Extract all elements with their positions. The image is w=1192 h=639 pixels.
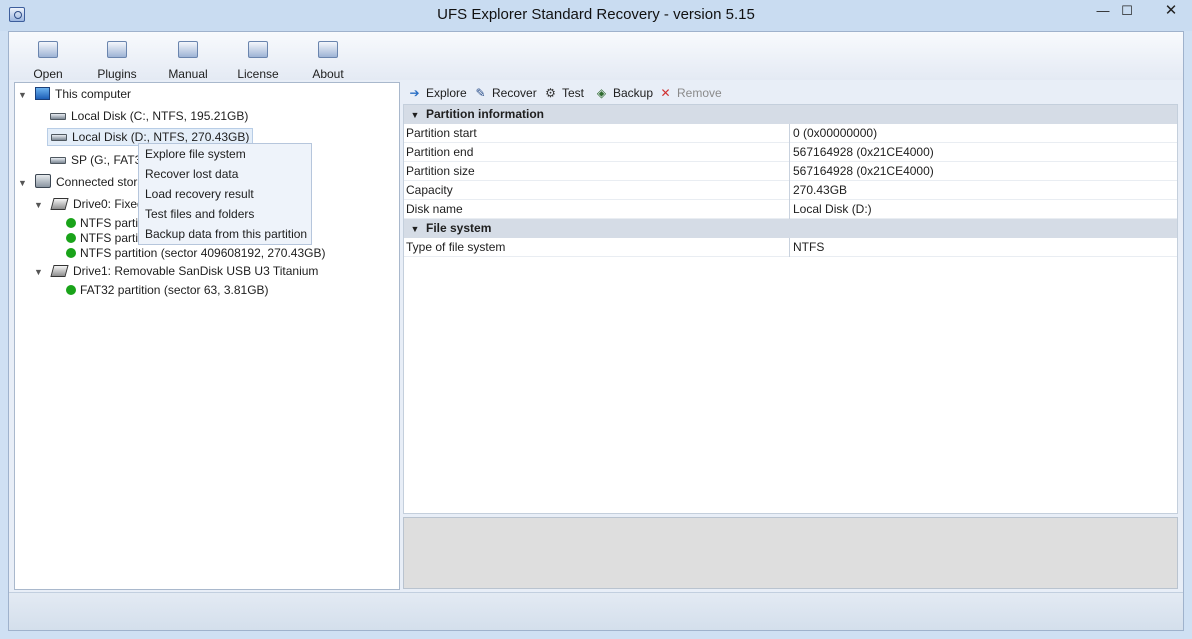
property-row: Partition start 0 (0x00000000): [404, 124, 1177, 143]
title-bar: UFS Explorer Standard Recovery - version…: [0, 0, 1192, 31]
status-ok-icon: [66, 218, 76, 228]
property-row: Type of file system NTFS: [404, 238, 1177, 257]
recover-button[interactable]: ✎ Recover: [473, 85, 536, 101]
status-bar: [9, 592, 1183, 630]
main-toolbar: Open Plugins Manual License About: [9, 32, 1183, 81]
file-system-section[interactable]: ▼ File system: [404, 219, 1177, 238]
tree-item-drive1[interactable]: Drive1: Removable SanDisk USB U3 Titaniu…: [50, 262, 318, 280]
properties-panel: ▼ Partition information Partition start 0 …: [403, 104, 1178, 514]
tree-item-ntfs-partition-3[interactable]: NTFS partition (sector 409608192, 270.43…: [66, 244, 325, 262]
status-ok-icon: [66, 233, 76, 243]
remove-button[interactable]: ✕ Remove: [658, 85, 721, 101]
collapse-arrow-icon[interactable]: ▼: [404, 106, 426, 125]
arrow-right-icon: ➔: [409, 86, 420, 100]
property-row: Disk name Local Disk (D:): [404, 200, 1177, 219]
computer-icon: [35, 87, 50, 100]
tree-item-fat32-partition[interactable]: FAT32 partition (sector 63, 3.81GB): [66, 281, 269, 299]
tree-item-drive0[interactable]: Drive0: Fixed: [50, 195, 144, 213]
expand-drive0-icon[interactable]: ▼: [34, 200, 43, 210]
explore-button[interactable]: ➔ Explore: [407, 85, 466, 101]
menu-item-test-files-and-folders[interactable]: Test files and folders: [145, 204, 254, 224]
close-button[interactable]: ✕: [1150, 0, 1192, 22]
backup-button[interactable]: ◈ Backup: [594, 85, 653, 101]
tree-item-local-c[interactable]: Local Disk (C:, NTFS, 195.21GB): [50, 107, 248, 125]
recover-icon: ✎: [475, 86, 486, 100]
plugins-button[interactable]: Plugins: [86, 38, 148, 81]
manual-book-icon: [178, 41, 198, 58]
disk-icon: [50, 113, 66, 120]
property-row: Partition end 567164928 (0x21CE4000): [404, 143, 1177, 162]
about-icon: [318, 41, 338, 58]
status-ok-icon: [66, 285, 76, 295]
maximize-button[interactable]: ☐: [1113, 0, 1141, 22]
license-icon: [248, 41, 268, 58]
expand-this-computer-icon[interactable]: ▼: [18, 90, 27, 100]
collapse-arrow-icon[interactable]: ▼: [404, 220, 426, 239]
disk-icon: [50, 157, 66, 164]
property-row: Capacity 270.43GB: [404, 181, 1177, 200]
manual-button[interactable]: Manual: [157, 38, 219, 81]
plugins-icon: [107, 41, 127, 58]
test-icon: ⚙: [545, 86, 556, 100]
storage-icon: [35, 174, 51, 188]
expand-drive1-icon[interactable]: ▼: [34, 267, 43, 277]
tree-item-this-computer[interactable]: This computer: [35, 85, 131, 103]
menu-item-load-recovery-result[interactable]: Load recovery result: [145, 184, 254, 204]
disk-icon: [51, 134, 67, 141]
expand-connected-storage-icon[interactable]: ▼: [18, 178, 27, 188]
open-folder-icon: [38, 41, 58, 58]
backup-icon: ◈: [596, 86, 607, 100]
menu-item-recover-lost-data[interactable]: Recover lost data: [145, 164, 238, 184]
partition-toolbar: ➔ Explore ✎ Recover ⚙ Test ◈ Backup ✕ Remove: [403, 82, 1178, 104]
removable-drive-icon: [50, 265, 69, 277]
context-menu: Explore file system Recover lost data Lo…: [138, 143, 312, 245]
status-ok-icon: [66, 248, 76, 258]
window-title: UFS Explorer Standard Recovery - version…: [437, 6, 755, 23]
tree-item-sp-g[interactable]: SP (G:, FAT32: [50, 151, 148, 169]
remove-x-icon: ✕: [660, 86, 671, 100]
hard-drive-icon: [50, 198, 69, 210]
menu-item-explore-file-system[interactable]: Explore file system: [145, 144, 246, 164]
tree-item-connected-storage[interactable]: Connected storag: [35, 173, 151, 191]
menu-item-backup-partition[interactable]: Backup data from this partition: [145, 224, 307, 244]
property-row: Partition size 567164928 (0x21CE4000): [404, 162, 1177, 181]
about-button[interactable]: About: [297, 38, 359, 81]
details-panel: [403, 517, 1178, 589]
open-button[interactable]: Open: [17, 38, 79, 81]
test-button[interactable]: ⚙ Test: [543, 85, 584, 101]
partition-info-section[interactable]: ▼ Partition information: [404, 105, 1177, 124]
license-button[interactable]: License: [227, 38, 289, 81]
